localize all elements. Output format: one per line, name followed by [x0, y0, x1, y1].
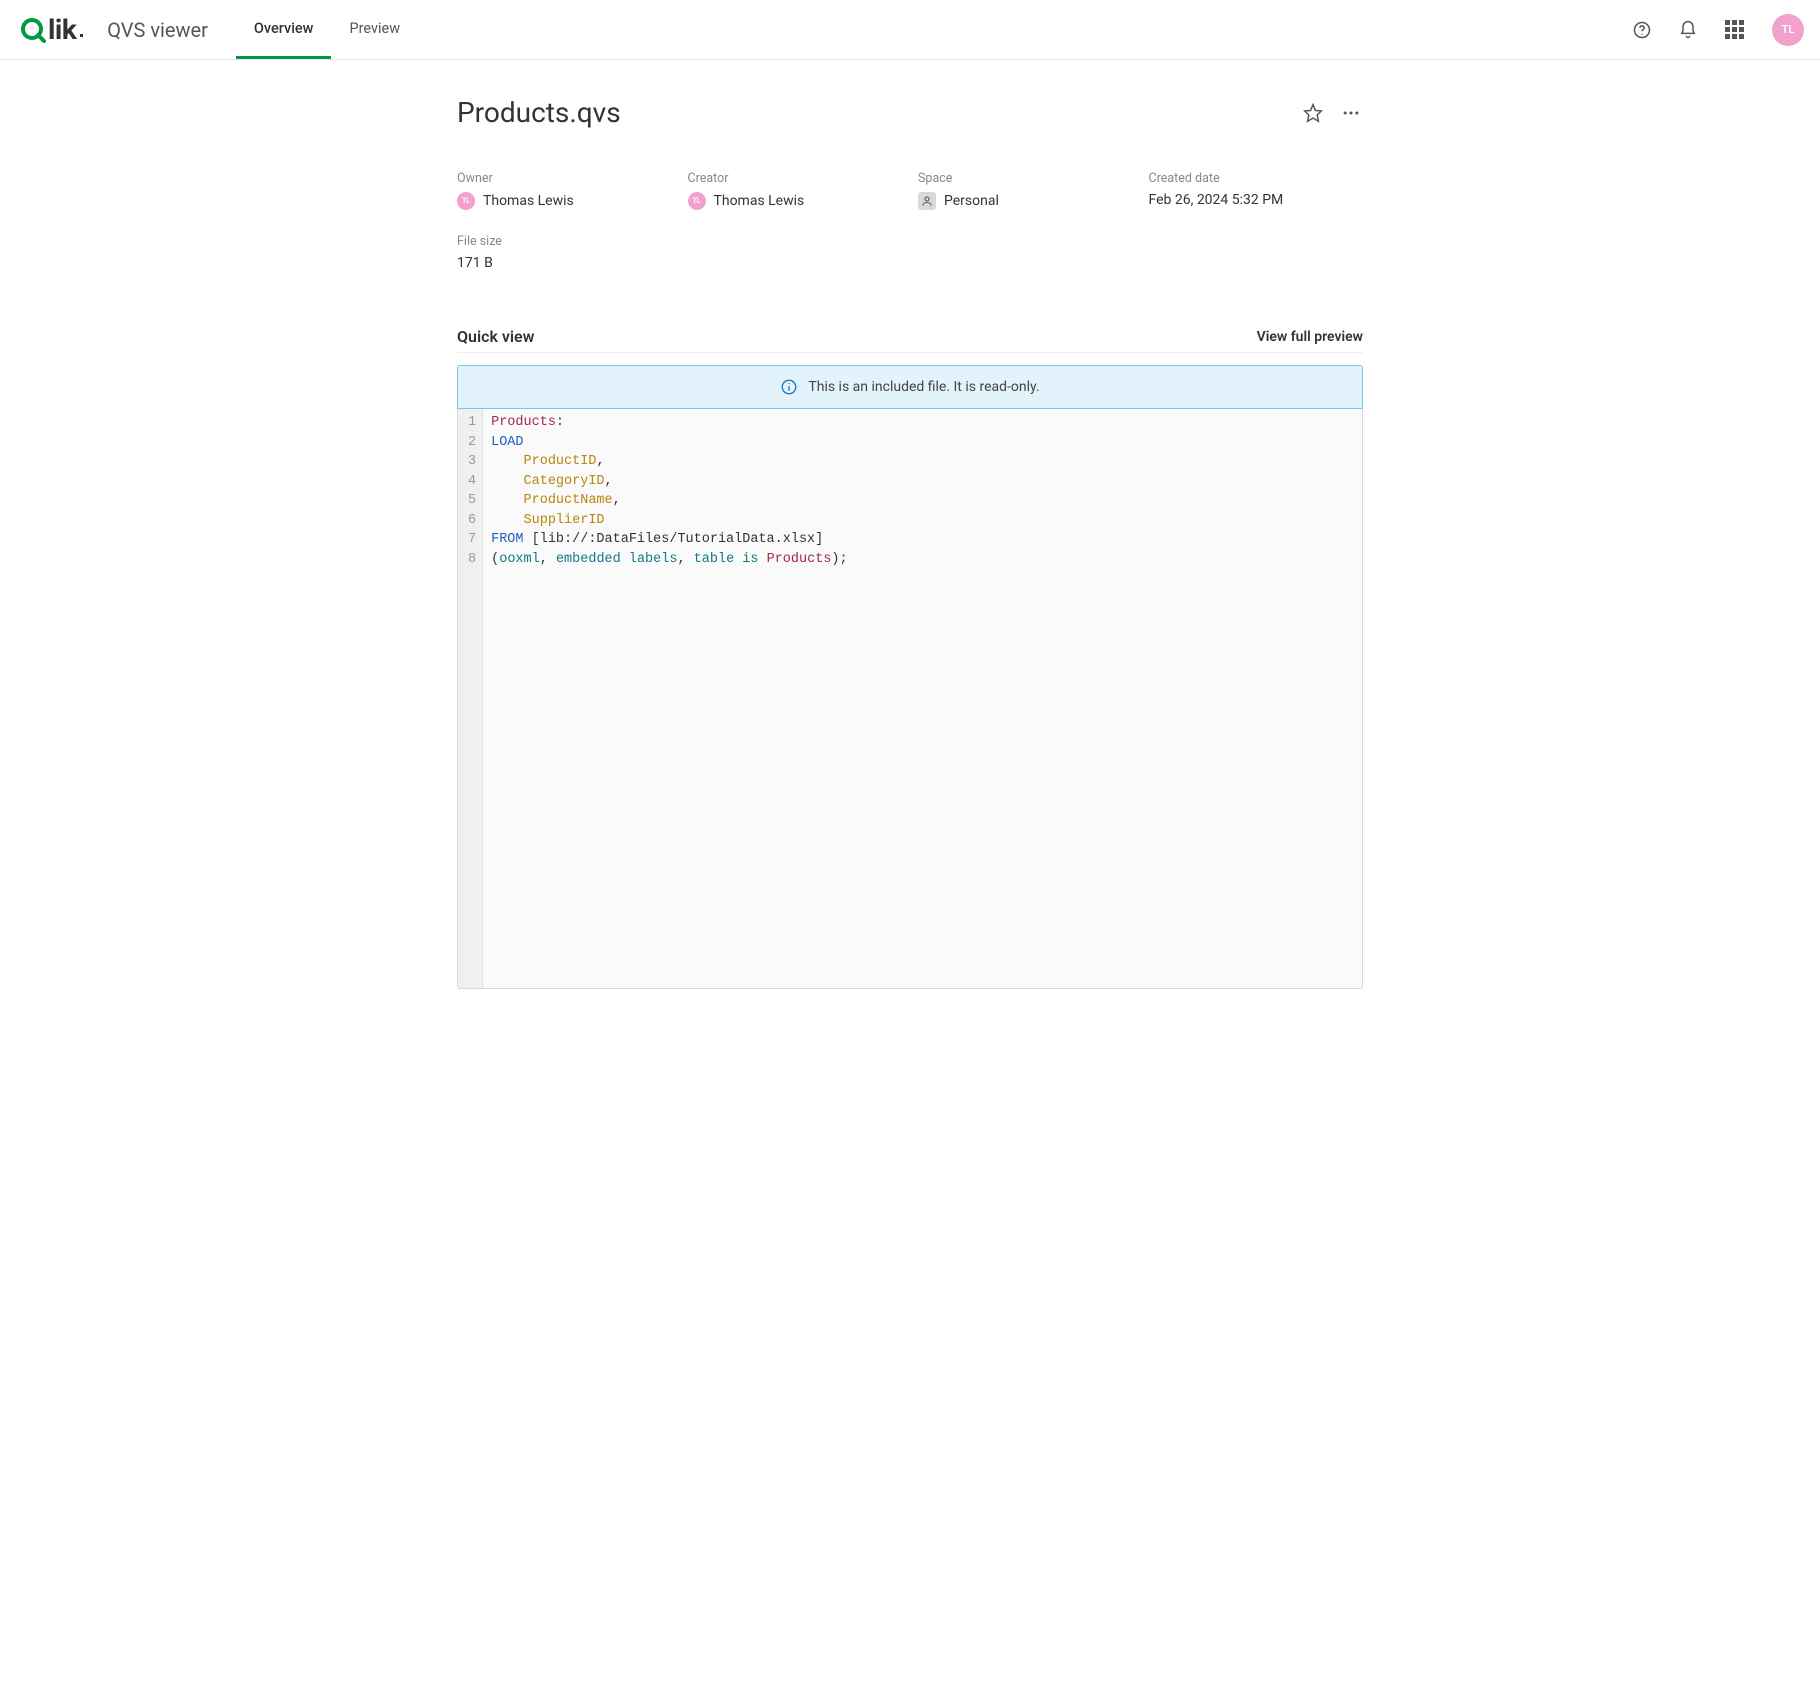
created-date-label: Created date	[1149, 171, 1364, 186]
logo-text: lik	[48, 13, 76, 46]
favorite-button[interactable]	[1301, 101, 1325, 125]
line-number: 7	[468, 530, 476, 550]
creator-label: Creator	[688, 171, 903, 186]
quickview-title: Quick view	[457, 327, 534, 346]
line-number: 3	[468, 452, 476, 472]
code-line: SupplierID	[491, 511, 848, 531]
quickview-header: Quick view View full preview	[457, 327, 1363, 353]
filesize-label: File size	[457, 234, 672, 249]
personal-space-icon	[918, 192, 936, 210]
created-date-value: Feb 26, 2024 5:32 PM	[1149, 192, 1284, 208]
owner-avatar: TL	[457, 192, 475, 210]
code-line: CategoryID,	[491, 472, 848, 492]
editor-gutter: 12345678	[458, 409, 483, 988]
info-icon	[780, 378, 798, 396]
line-number: 6	[468, 511, 476, 531]
scroll-area[interactable]: Products.qvs Owner TL Thomas Lewis Creat…	[0, 60, 1820, 1686]
creator-avatar: TL	[688, 192, 706, 210]
title-row: Products.qvs	[457, 96, 1363, 129]
owner-name: Thomas Lewis	[483, 193, 574, 209]
top-header: lik QVS viewer Overview Preview TL	[0, 0, 1820, 60]
tab-preview[interactable]: Preview	[331, 0, 418, 59]
filesize-value: 171 B	[457, 255, 493, 271]
creator-name: Thomas Lewis	[714, 193, 805, 209]
more-horizontal-icon	[1341, 103, 1361, 123]
tab-overview[interactable]: Overview	[236, 0, 332, 59]
created-date-field: Created date Feb 26, 2024 5:32 PM	[1149, 171, 1364, 210]
app-title: QVS viewer	[107, 18, 208, 42]
line-number: 1	[468, 413, 476, 433]
owner-field: Owner TL Thomas Lewis	[457, 171, 672, 210]
creator-field: Creator TL Thomas Lewis	[688, 171, 903, 210]
space-label: Space	[918, 171, 1133, 186]
page-title: Products.qvs	[457, 96, 1287, 129]
metadata-grid: Owner TL Thomas Lewis Creator TL Thomas …	[457, 171, 1363, 271]
view-full-preview-link[interactable]: View full preview	[1257, 329, 1363, 345]
code-line: LOAD	[491, 433, 848, 453]
editor-code: Products:LOAD ProductID, CategoryID, Pro…	[483, 409, 856, 988]
line-number: 5	[468, 491, 476, 511]
code-line: Products:	[491, 413, 848, 433]
header-icons: TL	[1628, 14, 1804, 46]
notifications-icon[interactable]	[1674, 16, 1702, 44]
app-launcher-icon[interactable]	[1720, 16, 1748, 44]
content: Products.qvs Owner TL Thomas Lewis Creat…	[457, 60, 1363, 1013]
filesize-field: File size 171 B	[457, 234, 672, 271]
qlik-q-icon	[20, 17, 46, 43]
logo-dot	[80, 34, 83, 37]
line-number: 8	[468, 550, 476, 570]
star-icon	[1303, 103, 1323, 123]
readonly-message: This is an included file. It is read-onl…	[808, 379, 1039, 395]
owner-label: Owner	[457, 171, 672, 186]
line-number: 4	[468, 472, 476, 492]
line-number: 2	[468, 433, 476, 453]
code-line: ProductName,	[491, 491, 848, 511]
code-line: ProductID,	[491, 452, 848, 472]
code-line: (ooxml, embedded labels, table is Produc…	[491, 550, 848, 570]
header-tabs: Overview Preview	[236, 0, 418, 59]
code-editor: 12345678 Products:LOAD ProductID, Catego…	[457, 409, 1363, 989]
help-icon[interactable]	[1628, 16, 1656, 44]
code-line: FROM [lib://:DataFiles/TutorialData.xlsx…	[491, 530, 848, 550]
more-actions-button[interactable]	[1339, 101, 1363, 125]
space-field: Space Personal	[918, 171, 1133, 210]
qlik-logo[interactable]: lik	[20, 13, 83, 46]
readonly-banner: This is an included file. It is read-onl…	[457, 365, 1363, 409]
user-avatar[interactable]: TL	[1772, 14, 1804, 46]
space-name: Personal	[944, 193, 999, 209]
